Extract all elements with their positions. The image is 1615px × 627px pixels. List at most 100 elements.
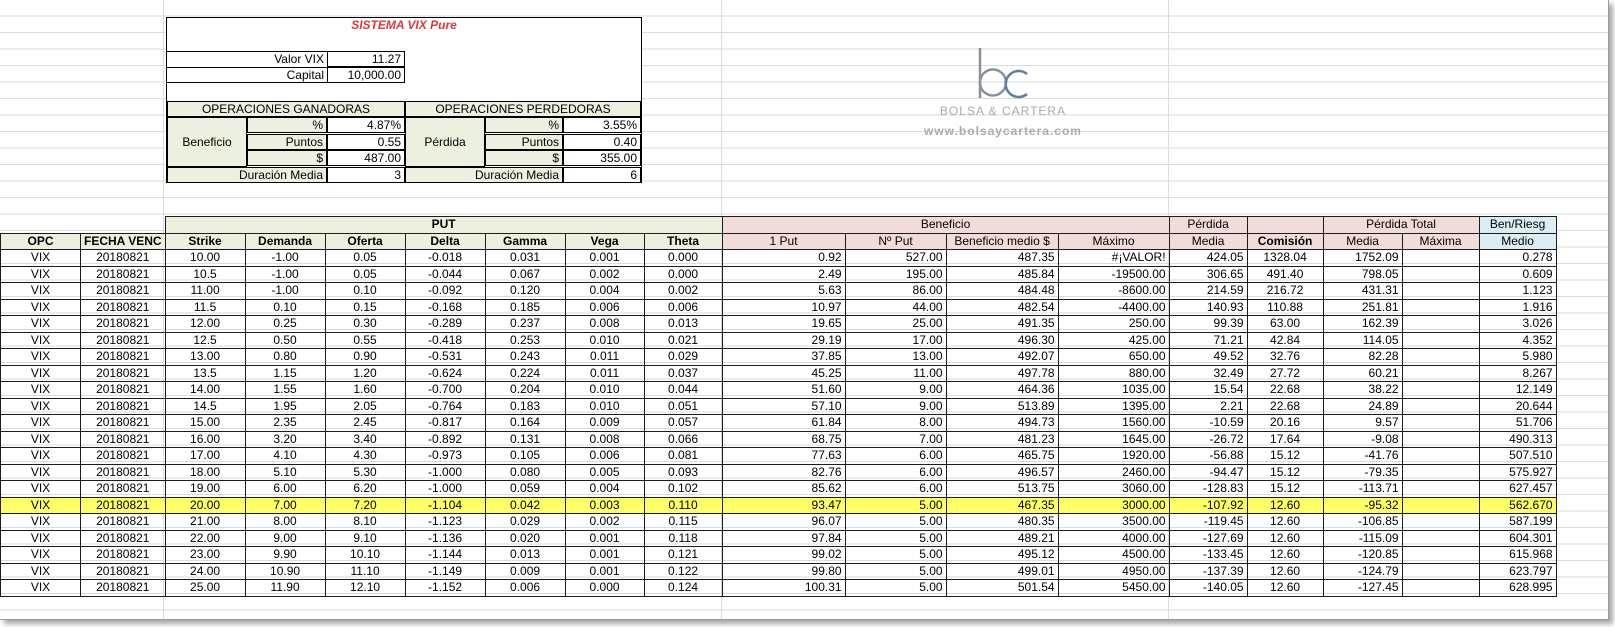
table-cell[interactable]: 487.35	[945, 249, 1059, 267]
table-cell[interactable]: 0.92	[721, 249, 846, 267]
perdedoras-puntos-label[interactable]: Puntos	[485, 134, 563, 150]
table-cell[interactable]: 11.90	[244, 579, 326, 597]
table-cell[interactable]: -113.71	[1322, 480, 1403, 498]
table-cell[interactable]: 0.05	[324, 265, 406, 283]
table-cell[interactable]: 0.25	[244, 315, 326, 333]
table-cell[interactable]: VIX	[0, 546, 81, 564]
table-cell[interactable]: 82.76	[721, 463, 846, 481]
table-cell[interactable]: 0.006	[643, 298, 723, 316]
table-cell[interactable]: 214.59	[1168, 282, 1248, 300]
table-cell[interactable]: 250.00	[1057, 315, 1170, 333]
table-cell[interactable]	[1401, 579, 1480, 597]
table-cell[interactable]	[1401, 348, 1480, 366]
table-cell[interactable]: 49.52	[1168, 348, 1248, 366]
table-cell[interactable]: 497.78	[945, 364, 1059, 382]
table-cell[interactable]: 8.00	[844, 414, 947, 432]
ganadoras-usd[interactable]: 487.00	[327, 150, 405, 166]
table-cell[interactable]: VIX	[0, 463, 81, 481]
table-cell[interactable]: 85.62	[721, 480, 846, 498]
table-cell[interactable]	[1401, 265, 1480, 283]
table-cell[interactable]: 68.75	[721, 430, 846, 448]
col-header[interactable]: Strike	[164, 232, 246, 250]
table-cell[interactable]: 5.00	[844, 579, 947, 597]
table-cell[interactable]	[1401, 430, 1480, 448]
table-cell[interactable]: VIX	[0, 529, 81, 547]
perdedoras-usd-label[interactable]: $	[485, 150, 563, 166]
table-cell[interactable]: -1.149	[404, 562, 486, 580]
table-cell[interactable]: 38.22	[1322, 381, 1403, 399]
table-cell[interactable]: -1.00	[244, 249, 326, 267]
table-cell[interactable]: 490.313	[1478, 430, 1557, 448]
table-cell[interactable]: 20180821	[80, 315, 166, 333]
table-cell[interactable]: -9.08	[1322, 430, 1403, 448]
table-cell[interactable]: 425.00	[1057, 331, 1170, 349]
table-cell[interactable]: 627.457	[1478, 480, 1557, 498]
table-cell[interactable]: -8600.00	[1057, 282, 1170, 300]
col-header[interactable]: Media	[1322, 232, 1403, 250]
table-cell[interactable]: -115.09	[1322, 529, 1403, 547]
table-cell[interactable]: -79.35	[1322, 463, 1403, 481]
table-cell[interactable]: 99.39	[1168, 315, 1248, 333]
col-header[interactable]: 1 Put	[721, 232, 846, 250]
table-cell[interactable]: 93.47	[721, 496, 846, 514]
table-cell[interactable]: 20180821	[80, 348, 166, 366]
table-cell[interactable]	[1401, 249, 1480, 267]
table-cell[interactable]: 431.31	[1322, 282, 1403, 300]
table-cell[interactable]: 6.00	[244, 480, 326, 498]
table-cell[interactable]: 9.57	[1322, 414, 1403, 432]
table-cell[interactable]: 2.45	[324, 414, 406, 432]
table-cell[interactable]: 481.23	[945, 430, 1059, 448]
table-cell[interactable]: 0.278	[1478, 249, 1557, 267]
table-cell[interactable]: 5450.00	[1057, 579, 1170, 597]
table-cell[interactable]: -0.764	[404, 397, 486, 415]
table-cell[interactable]: 5.980	[1478, 348, 1557, 366]
table-cell[interactable]: 0.059	[484, 480, 566, 498]
table-cell[interactable]: 9.00	[844, 381, 947, 399]
table-cell[interactable]: 0.037	[643, 364, 723, 382]
perdedoras-duracion-label[interactable]: Duración Media	[405, 167, 563, 183]
table-cell[interactable]: 29.19	[721, 331, 846, 349]
put-group-header[interactable]: PUT	[164, 216, 723, 234]
table-cell[interactable]: -0.018	[404, 249, 486, 267]
table-cell[interactable]: 20180821	[80, 546, 166, 564]
table-cell[interactable]: -0.700	[404, 381, 486, 399]
table-cell[interactable]: -26.72	[1168, 430, 1248, 448]
ganadoras-puntos[interactable]: 0.55	[327, 134, 405, 150]
perdida-group-header[interactable]: Pérdida	[1168, 216, 1248, 234]
table-cell[interactable]: 44.00	[844, 298, 947, 316]
table-cell[interactable]: 623.797	[1478, 562, 1557, 580]
table-cell[interactable]: VIX	[0, 414, 81, 432]
ganadoras-header[interactable]: OPERACIONES GANADORAS	[167, 101, 405, 117]
table-cell[interactable]: 5.30	[324, 463, 406, 481]
table-cell[interactable]: 0.131	[484, 430, 566, 448]
table-cell[interactable]: 82.28	[1322, 348, 1403, 366]
table-cell[interactable]: 42.84	[1246, 331, 1324, 349]
table-cell[interactable]: 140.93	[1168, 298, 1248, 316]
table-cell[interactable]: 22.68	[1246, 381, 1324, 399]
table-cell[interactable]: 45.25	[721, 364, 846, 382]
table-cell[interactable]: 61.84	[721, 414, 846, 432]
table-cell[interactable]: 1.20	[324, 364, 406, 382]
table-cell[interactable]: 20180821	[80, 265, 166, 283]
table-cell[interactable]: 0.609	[1478, 265, 1557, 283]
table-cell[interactable]: 6.00	[844, 447, 947, 465]
table-cell[interactable]: VIX	[0, 381, 81, 399]
benriesg-group-header[interactable]: Ben/Riesg	[1478, 216, 1557, 234]
table-cell[interactable]: 22.68	[1246, 397, 1324, 415]
table-cell[interactable]: 7.00	[244, 496, 326, 514]
table-cell[interactable]: 15.12	[1246, 463, 1324, 481]
table-cell[interactable]: 464.36	[945, 381, 1059, 399]
table-cell[interactable]: 86.00	[844, 282, 947, 300]
table-cell[interactable]: 24.89	[1322, 397, 1403, 415]
table-cell[interactable]: 0.118	[643, 529, 723, 547]
table-cell[interactable]: 0.002	[564, 513, 645, 531]
table-cell[interactable]: 0.102	[643, 480, 723, 498]
ganadoras-puntos-label[interactable]: Puntos	[247, 134, 327, 150]
table-cell[interactable]: -0.092	[404, 282, 486, 300]
system-title[interactable]: SISTEMA VIX Pure	[167, 18, 641, 34]
table-cell[interactable]: 0.057	[643, 414, 723, 432]
table-cell[interactable]: 0.224	[484, 364, 566, 382]
table-cell[interactable]: VIX	[0, 447, 81, 465]
table-cell[interactable]: 424.05	[1168, 249, 1248, 267]
perdedoras-pct[interactable]: 3.55%	[563, 117, 641, 133]
